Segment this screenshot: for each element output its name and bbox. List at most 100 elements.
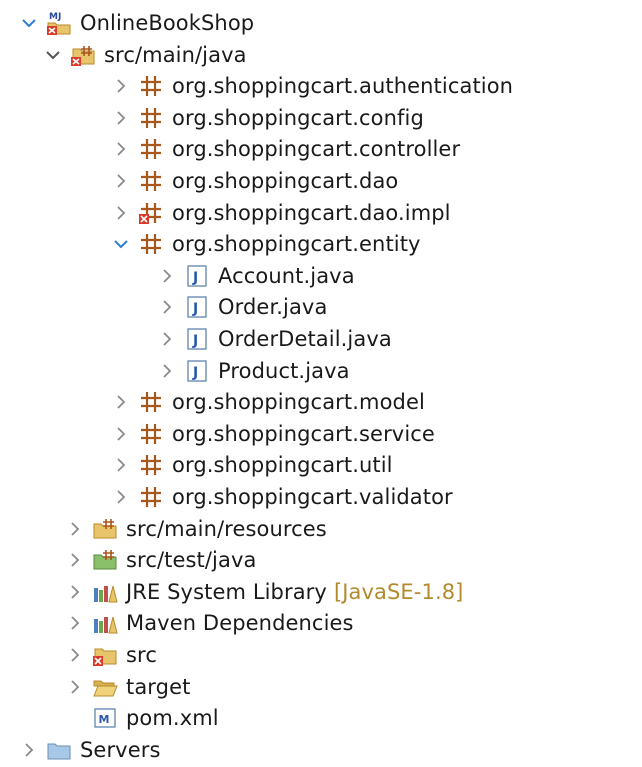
file-label: pom.xml xyxy=(126,706,219,731)
chevron-collapsed-icon[interactable] xyxy=(158,362,176,380)
package-icon xyxy=(138,389,164,415)
package-label: org.shoppingcart.dao.impl xyxy=(172,200,451,225)
package-label: org.shoppingcart.validator xyxy=(172,485,453,509)
package-icon xyxy=(138,73,164,99)
tree-node-target-folder[interactable]: target xyxy=(66,670,190,704)
tree-node-package[interactable]: org.shoppingcart.util xyxy=(112,448,393,482)
file-label: Product.java xyxy=(218,358,350,383)
tree-node-package[interactable]: org.shoppingcart.controller xyxy=(112,132,460,166)
package-label: org.shoppingcart.dao xyxy=(172,169,399,193)
chevron-collapsed-icon[interactable] xyxy=(66,520,84,538)
source-folder-error-icon xyxy=(70,42,96,68)
svg-text:J: J xyxy=(192,270,198,286)
library-label: Maven Dependencies xyxy=(126,611,354,636)
library-label: JRE System Library xyxy=(126,579,327,604)
chevron-collapsed-icon[interactable] xyxy=(112,204,130,222)
tree-node-package[interactable]: org.shoppingcart.service xyxy=(112,417,435,451)
project-explorer-tree: M J OnlineBookShop src/main/java org.sho… xyxy=(0,0,642,753)
tree-node-package[interactable]: org.shoppingcart.config xyxy=(112,101,424,135)
chevron-collapsed-icon[interactable] xyxy=(158,267,176,285)
package-label: org.shoppingcart.model xyxy=(172,390,425,415)
package-icon xyxy=(138,452,164,478)
chevron-collapsed-icon[interactable] xyxy=(66,678,84,696)
tree-node-servers[interactable]: Servers xyxy=(20,733,161,767)
svg-text:J: J xyxy=(192,333,198,349)
chevron-collapsed-icon[interactable] xyxy=(112,425,130,443)
chevron-collapsed-icon[interactable] xyxy=(66,583,84,601)
tree-node-java-file[interactable]: J OrderDetail.java xyxy=(158,322,392,356)
chevron-collapsed-icon[interactable] xyxy=(112,77,130,95)
java-file-icon: J xyxy=(184,294,210,320)
tree-node-java-file[interactable]: J Product.java xyxy=(158,354,350,388)
chevron-collapsed-icon[interactable] xyxy=(66,646,84,664)
package-error-icon xyxy=(138,200,164,226)
chevron-collapsed-icon[interactable] xyxy=(112,488,130,506)
project-label: OnlineBookShop xyxy=(80,11,255,35)
chevron-collapsed-icon[interactable] xyxy=(112,109,130,127)
chevron-expanded-icon[interactable] xyxy=(112,235,130,253)
package-icon xyxy=(138,484,164,510)
chevron-collapsed-icon[interactable] xyxy=(20,741,38,759)
tree-node-src-main-java[interactable]: src/main/java xyxy=(44,38,247,72)
library-icon xyxy=(92,579,118,605)
svg-text:M: M xyxy=(49,12,58,22)
chevron-expanded-icon[interactable] xyxy=(44,46,62,64)
folder-error-icon xyxy=(92,642,118,668)
java-file-icon: J xyxy=(184,326,210,352)
svg-text:M: M xyxy=(99,713,110,726)
tree-node-java-file[interactable]: J Account.java xyxy=(158,259,355,293)
package-icon xyxy=(138,231,164,257)
tree-node-package[interactable]: org.shoppingcart.validator xyxy=(112,480,453,514)
package-label: org.shoppingcart.authentication xyxy=(172,74,514,99)
package-icon xyxy=(138,105,164,131)
file-label: Order.java xyxy=(218,295,328,320)
file-label: Account.java xyxy=(218,263,355,288)
tree-node-package[interactable]: org.shoppingcart.authentication xyxy=(112,69,513,103)
svg-text:J: J xyxy=(192,365,198,381)
chevron-collapsed-icon[interactable] xyxy=(66,551,84,569)
maven-project-error-icon: M J xyxy=(46,10,72,36)
package-label: org.shoppingcart.service xyxy=(172,421,435,446)
chevron-collapsed-icon[interactable] xyxy=(112,456,130,474)
package-icon xyxy=(138,421,164,447)
svg-text:J: J xyxy=(192,301,198,317)
chevron-collapsed-icon[interactable] xyxy=(66,614,84,632)
package-icon xyxy=(138,136,164,162)
chevron-collapsed-icon[interactable] xyxy=(112,140,130,158)
folder-label: src/test/java xyxy=(126,548,257,573)
svg-text:J: J xyxy=(57,12,61,22)
package-label: org.shoppingcart.controller xyxy=(172,137,461,162)
folder-icon xyxy=(46,737,72,763)
tree-node-package-entity[interactable]: org.shoppingcart.entity xyxy=(112,227,421,261)
chevron-collapsed-icon[interactable] xyxy=(158,298,176,316)
servers-label: Servers xyxy=(80,737,161,762)
tree-node-maven-dependencies[interactable]: Maven Dependencies xyxy=(66,606,354,640)
chevron-collapsed-icon[interactable] xyxy=(158,330,176,348)
tree-node-package[interactable]: org.shoppingcart.model xyxy=(112,385,425,419)
package-label: org.shoppingcart.entity xyxy=(172,232,421,257)
library-icon xyxy=(92,610,118,636)
tree-node-test-source-folder[interactable]: src/test/java xyxy=(66,543,256,577)
package-icon xyxy=(138,168,164,194)
tree-node-package[interactable]: org.shoppingcart.dao.impl xyxy=(112,196,451,230)
java-file-icon: J xyxy=(184,263,210,289)
java-file-icon: J xyxy=(184,358,210,384)
chevron-expanded-icon[interactable] xyxy=(20,14,38,32)
tree-node-src-folder[interactable]: src xyxy=(66,638,157,672)
folder-open-icon xyxy=(92,674,118,700)
tree-node-package[interactable]: org.shoppingcart.dao xyxy=(112,164,398,198)
chevron-collapsed-icon[interactable] xyxy=(112,172,130,190)
folder-label: src/main/resources xyxy=(126,516,327,541)
maven-pom-icon: M xyxy=(92,705,118,731)
src-main-java-label: src/main/java xyxy=(104,42,247,67)
tree-node-project[interactable]: M J OnlineBookShop xyxy=(20,6,254,40)
tree-node-resource-folder[interactable]: src/main/resources xyxy=(66,512,327,546)
tree-node-jre-library[interactable]: JRE System Library [JavaSE-1.8] xyxy=(66,575,463,609)
tree-node-pom-file[interactable]: M pom.xml xyxy=(84,701,219,735)
package-label: org.shoppingcart.config xyxy=(172,105,424,130)
chevron-collapsed-icon[interactable] xyxy=(112,393,130,411)
library-decoration: [JavaSE-1.8] xyxy=(333,579,464,604)
resource-folder-icon xyxy=(92,516,118,542)
folder-label: src xyxy=(126,643,157,667)
tree-node-java-file[interactable]: J Order.java xyxy=(158,290,327,324)
